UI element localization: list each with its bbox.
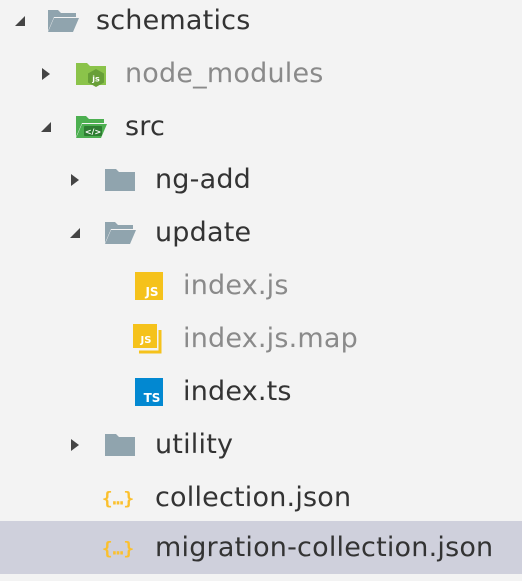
svg-text:</>: </> [85,127,101,136]
tree-item-index-js[interactable]: JS index.js [0,259,522,312]
svg-text:{…}: {…} [102,488,134,509]
tree-item-collection-json[interactable]: {…} collection.json [0,471,522,524]
tree-item-label: src [125,111,166,142]
tree-item-label: utility [155,429,234,460]
tree-item-label: schematics [96,5,251,36]
svg-text:js: js [91,74,100,83]
tree-item-label: index.js [183,270,289,301]
folder-icon [103,430,137,460]
tree-item-label: ng-add [155,164,252,195]
tree-item-label: update [155,217,252,248]
tree-item-src[interactable]: </> src [0,100,522,153]
tree-item-index-js-map[interactable]: JS index.js.map [0,312,522,365]
typescript-file-icon: TS [131,377,165,407]
chevron-right-icon[interactable] [67,437,83,453]
javascript-map-file-icon: JS [131,323,165,354]
json-file-icon: {…} [101,533,135,563]
svg-text:{…}: {…} [102,538,134,559]
javascript-file-icon: JS [131,271,165,301]
chevron-right-icon[interactable] [38,66,54,82]
tree-item-migration-collection-json[interactable]: {…} migration-collection.json [0,521,522,574]
json-file-icon: {…} [101,483,135,513]
tree-item-ng-add[interactable]: ng-add [0,153,522,206]
chevron-down-icon[interactable] [38,119,54,135]
src-folder-icon: </> [74,112,108,142]
tree-item-label: index.ts [183,376,292,407]
svg-text:JS: JS [144,285,158,299]
tree-item-label: index.js.map [183,323,358,354]
nodejs-folder-icon: js [74,59,108,89]
tree-item-label: node_modules [125,58,324,89]
folder-open-icon [103,218,137,248]
tree-item-schematics[interactable]: schematics [0,0,522,47]
chevron-right-icon[interactable] [67,172,83,188]
file-explorer-tree: schematics js node_modules </> src ng-ad… [0,0,522,581]
svg-text:JS: JS [140,335,152,346]
tree-item-index-ts[interactable]: TS index.ts [0,365,522,418]
svg-text:TS: TS [144,391,161,405]
tree-item-update[interactable]: update [0,206,522,259]
chevron-down-icon[interactable] [12,13,28,29]
tree-item-utility[interactable]: utility [0,418,522,471]
chevron-down-icon[interactable] [67,225,83,241]
folder-icon [103,165,137,195]
tree-item-node-modules[interactable]: js node_modules [0,47,522,100]
tree-item-label: migration-collection.json [155,532,494,563]
tree-item-label: collection.json [155,482,352,513]
folder-open-icon [46,6,80,36]
